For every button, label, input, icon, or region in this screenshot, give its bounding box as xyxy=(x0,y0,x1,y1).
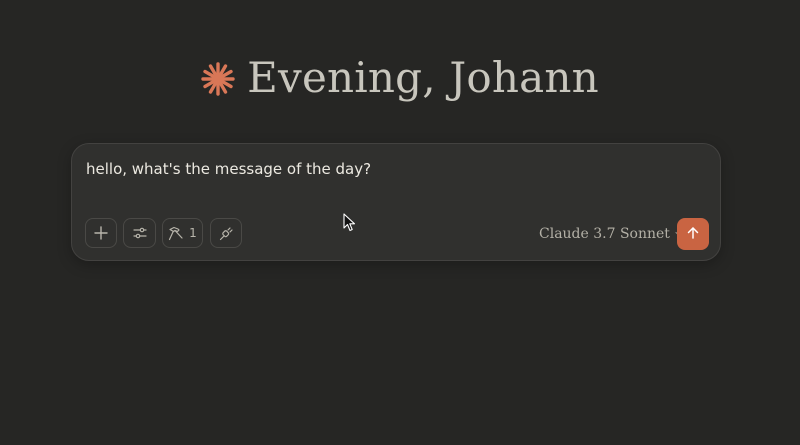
model-selector[interactable]: Claude 3.7 Sonnet xyxy=(539,224,684,243)
tools-count: 1 xyxy=(189,226,197,240)
integrations-button[interactable] xyxy=(210,218,242,248)
greeting-header: Evening, Johann xyxy=(0,52,800,104)
greeting-title: Evening, Johann xyxy=(247,53,599,102)
style-settings-button[interactable] xyxy=(123,218,156,248)
add-attachment-button[interactable] xyxy=(85,218,117,248)
message-composer[interactable]: hello, what's the message of the day? 1 … xyxy=(71,143,721,261)
mouse-cursor-icon xyxy=(343,213,357,233)
model-name: Claude 3.7 Sonnet xyxy=(539,225,670,242)
prompt-input[interactable]: hello, what's the message of the day? xyxy=(86,160,371,178)
plug-icon xyxy=(219,226,234,241)
plus-icon xyxy=(94,226,108,240)
arrow-up-icon xyxy=(686,225,700,244)
send-button[interactable] xyxy=(677,218,709,250)
hammer-icon xyxy=(168,226,184,241)
claude-starburst-icon xyxy=(201,62,235,96)
tools-button[interactable]: 1 xyxy=(162,218,203,248)
sliders-icon xyxy=(132,226,147,240)
